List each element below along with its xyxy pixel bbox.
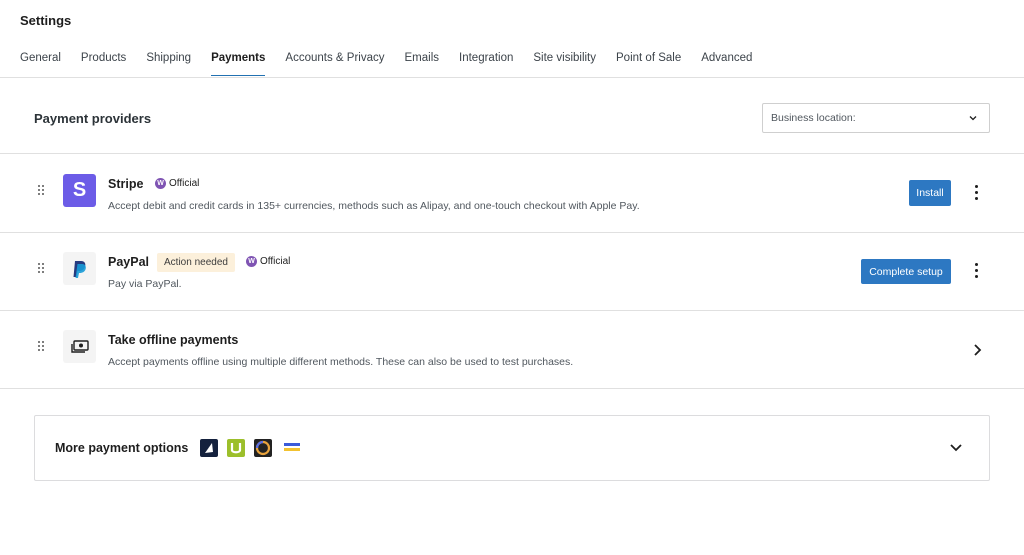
page-title: Settings: [20, 13, 72, 28]
tab-accounts-privacy[interactable]: Accounts & Privacy: [285, 52, 384, 76]
cash-icon: [63, 330, 96, 363]
chevron-down-icon[interactable]: [948, 441, 964, 455]
more-actions-icon[interactable]: [972, 184, 982, 202]
provider-description: Pay via PayPal.: [108, 278, 182, 290]
official-badge-label: Official: [260, 256, 291, 267]
airwallex-logo-icon: [200, 439, 218, 457]
tab-products[interactable]: Products: [81, 52, 126, 76]
settings-header: Settings General Products Shipping Payme…: [0, 0, 1024, 78]
business-location-label: Business location:: [771, 112, 856, 124]
provider-name: PayPal: [108, 255, 150, 269]
official-badge: W Official: [155, 178, 199, 189]
official-badge: W Official: [246, 256, 290, 267]
provider-paypal: PayPal Action needed W Official Pay via …: [0, 233, 1024, 311]
business-location-select[interactable]: Business location:: [762, 103, 990, 133]
drag-handle-icon[interactable]: [38, 341, 46, 353]
ring-logo-icon: [254, 439, 272, 457]
tab-shipping[interactable]: Shipping: [146, 52, 191, 76]
settings-tabs: General Products Shipping Payments Accou…: [20, 52, 772, 76]
tab-integration[interactable]: Integration: [459, 52, 513, 76]
more-payment-options-title: More payment options: [55, 441, 189, 455]
tab-general[interactable]: General: [20, 52, 61, 76]
tab-payments[interactable]: Payments: [211, 52, 266, 76]
section-title: Payment providers: [34, 111, 152, 126]
tab-point-of-sale[interactable]: Point of Sale: [616, 52, 681, 76]
provider-description: Accept debit and credit cards in 135+ cu…: [108, 200, 640, 212]
provider-description: Accept payments offline using multiple d…: [108, 356, 574, 368]
tab-site-visibility[interactable]: Site visibility: [533, 52, 596, 76]
drag-handle-icon[interactable]: [38, 263, 46, 275]
flag-stripes-logo-icon: [283, 439, 301, 457]
paypal-logo-icon: [63, 252, 96, 285]
payment-providers-header: Payment providers Business location:: [0, 78, 1024, 154]
provider-stripe: S Stripe W Official Accept debit and cre…: [0, 155, 1024, 233]
provider-name: Stripe: [108, 177, 144, 191]
woo-official-icon: W: [155, 178, 166, 189]
more-actions-icon[interactable]: [972, 262, 982, 280]
stripe-logo-icon: S: [63, 174, 96, 207]
chevron-down-icon: [969, 116, 977, 121]
install-button[interactable]: Install: [909, 180, 951, 206]
more-payment-options[interactable]: More payment options: [34, 415, 990, 481]
action-needed-badge: Action needed: [157, 253, 235, 272]
tab-emails[interactable]: Emails: [405, 52, 440, 76]
woo-official-icon: W: [246, 256, 257, 267]
provider-name: Take offline payments: [108, 333, 239, 347]
provider-offline-payments[interactable]: Take offline payments Accept payments of…: [0, 311, 1024, 389]
official-badge-label: Official: [169, 178, 200, 189]
chevron-right-icon[interactable]: [970, 342, 984, 358]
tab-advanced[interactable]: Advanced: [701, 52, 752, 76]
drag-handle-icon[interactable]: [38, 185, 46, 197]
complete-setup-button[interactable]: Complete setup: [861, 259, 951, 284]
u-logo-icon: [227, 439, 245, 457]
